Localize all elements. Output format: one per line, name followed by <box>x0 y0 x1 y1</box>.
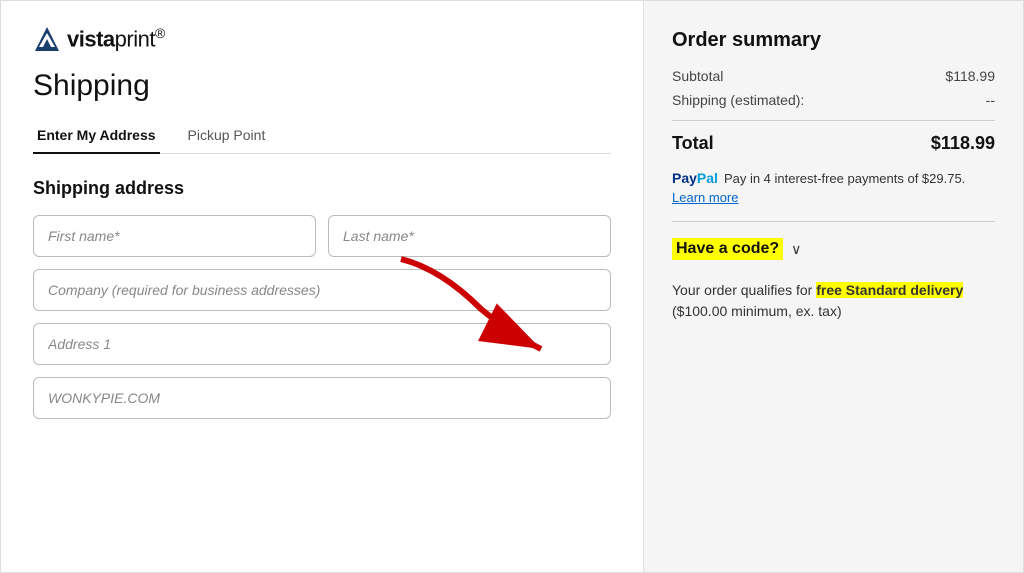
shipping-address-title: Shipping address <box>33 178 611 199</box>
shipping-value: -- <box>986 92 995 108</box>
first-name-input[interactable] <box>33 215 316 257</box>
name-row <box>33 215 611 257</box>
subtotal-label: Subtotal <box>672 68 723 84</box>
last-name-input[interactable] <box>328 215 611 257</box>
page-wrapper: vistaprint® Shipping Enter My Address Pi… <box>0 0 1024 573</box>
tab-enter-address[interactable]: Enter My Address <box>33 119 160 153</box>
logo-text: vistaprint® <box>67 25 165 52</box>
paypal-text: Pay in 4 interest-free payments of $29.7… <box>724 171 965 186</box>
total-value: $118.99 <box>931 133 995 154</box>
free-delivery-highlight: free Standard delivery <box>816 282 963 298</box>
address1-input[interactable] <box>33 323 611 365</box>
address2-row <box>33 377 611 419</box>
learn-more-link[interactable]: Learn more <box>672 190 995 205</box>
subtotal-row: Subtotal $118.99 <box>672 68 995 84</box>
total-row: Total $118.99 <box>672 133 995 154</box>
free-delivery-prefix: Your order qualifies for <box>672 282 816 298</box>
have-code-label: Have a code? <box>672 238 783 260</box>
subtotal-value: $118.99 <box>945 68 995 84</box>
address2-input[interactable] <box>33 377 611 419</box>
company-input[interactable] <box>33 269 611 311</box>
logo-area: vistaprint® <box>33 25 611 53</box>
left-panel: vistaprint® Shipping Enter My Address Pi… <box>1 1 643 572</box>
free-delivery-suffix: ($100.00 minimum, ex. tax) <box>672 303 842 319</box>
shipping-label: Shipping (estimated): <box>672 92 804 108</box>
chevron-down-icon: ∨ <box>791 241 801 258</box>
address1-row <box>33 323 611 365</box>
company-row <box>33 269 611 311</box>
shipping-tabs: Enter My Address Pickup Point <box>33 119 611 154</box>
free-delivery-text: Your order qualifies for free Standard d… <box>672 280 995 322</box>
order-summary-title: Order summary <box>672 29 995 52</box>
paypal-logo-icon: PayPal <box>672 170 718 186</box>
paypal-section: PayPal Pay in 4 interest-free payments o… <box>672 170 995 222</box>
page-title: Shipping <box>33 69 611 103</box>
tab-pickup-point[interactable]: Pickup Point <box>184 119 270 153</box>
right-panel: Order summary Subtotal $118.99 Shipping … <box>643 1 1023 572</box>
paypal-row: PayPal Pay in 4 interest-free payments o… <box>672 170 995 186</box>
have-code-row[interactable]: Have a code? ∨ <box>672 238 995 260</box>
total-label: Total <box>672 133 714 154</box>
shipping-row: Shipping (estimated): -- <box>672 92 995 108</box>
vistaprint-logo-icon <box>33 25 61 53</box>
summary-divider <box>672 120 995 121</box>
